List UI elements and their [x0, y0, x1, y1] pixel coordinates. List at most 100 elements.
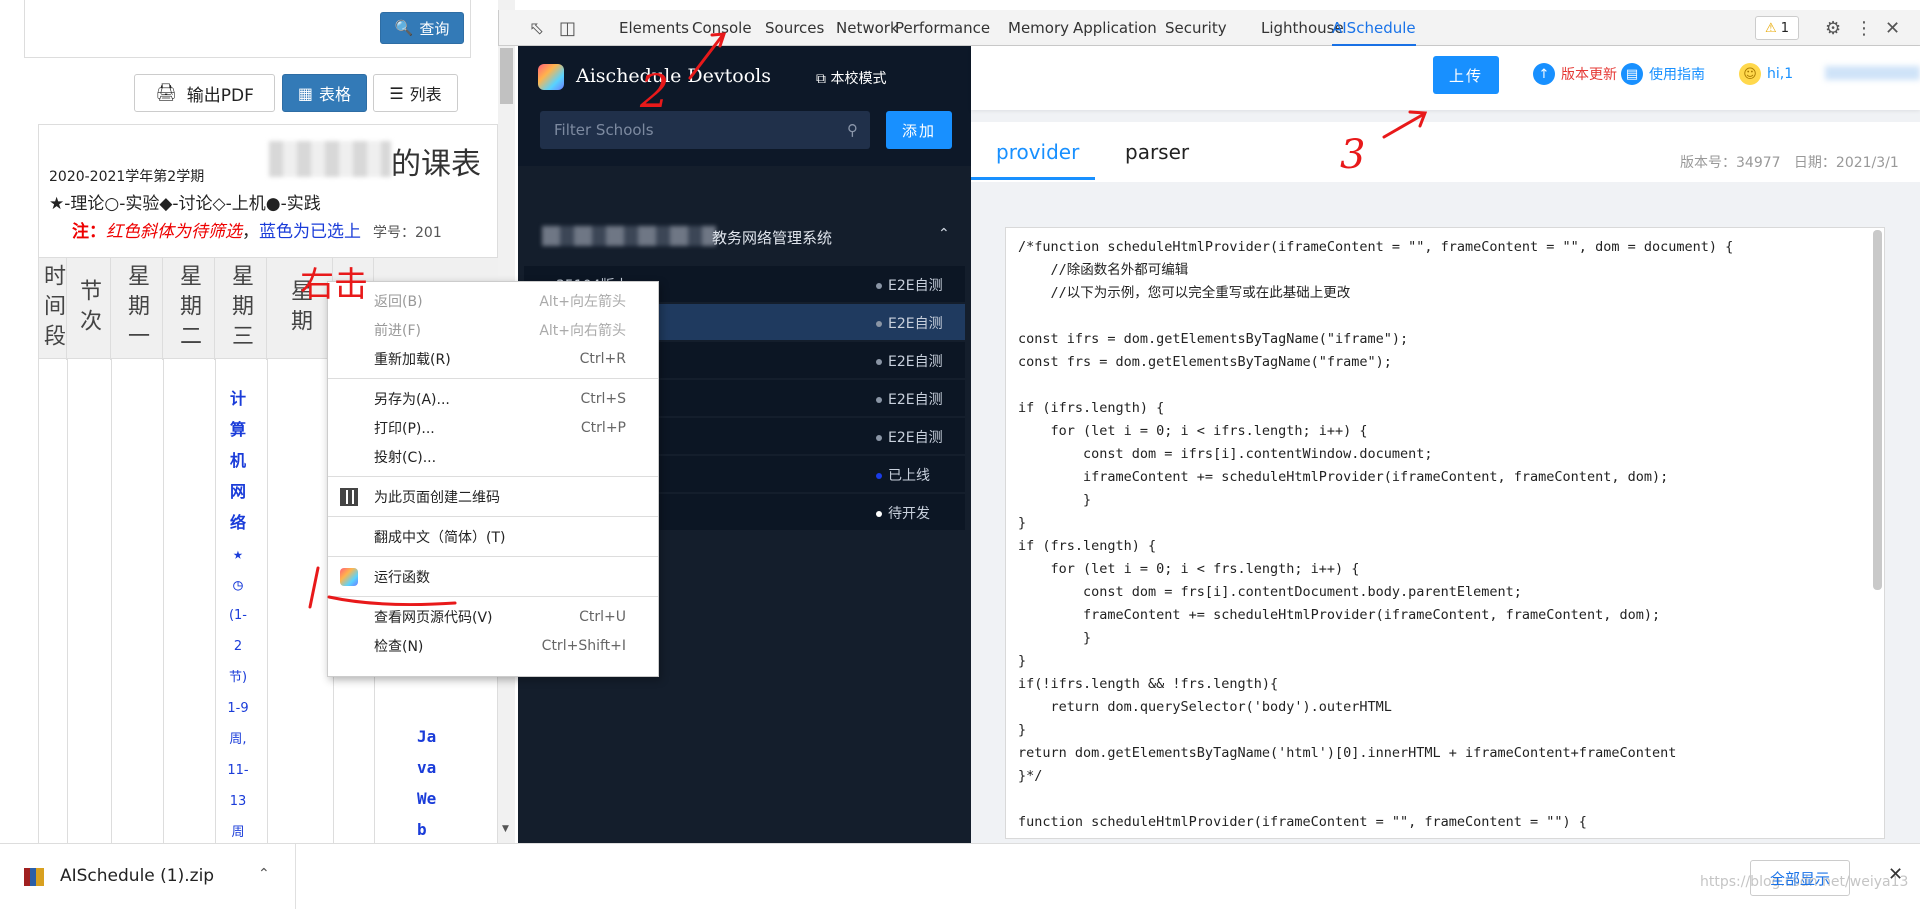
- annotation-step-2: 2: [640, 64, 670, 118]
- version-status: 待开发: [876, 503, 930, 523]
- more-icon[interactable]: ⋮: [1855, 18, 1873, 39]
- inspect-icon[interactable]: ⬁: [529, 18, 544, 39]
- devtools-tab-security[interactable]: Security: [1165, 10, 1227, 46]
- devtools-tab-aischedule[interactable]: AISchedule: [1332, 10, 1416, 46]
- code-content[interactable]: /*function scheduleHtmlProvider(iframeCo…: [1018, 236, 1858, 834]
- code-line: function scheduleHtmlProvider(iframeCont…: [1018, 814, 1587, 830]
- code-line: }: [1018, 492, 1092, 508]
- course-cell-computer-network[interactable]: 计算机网络 ★ ◷ (1- 2 节) 1-9 周, 11- 13 周: [223, 383, 253, 843]
- menu-separator: [328, 476, 658, 477]
- context-menu-item[interactable]: 投射(C)...: [328, 442, 658, 471]
- devtools-tab-network[interactable]: Network: [836, 10, 899, 46]
- user-guide-link[interactable]: ▤ 使用指南: [1621, 63, 1705, 85]
- status-text: E2E自测: [888, 430, 943, 446]
- note: 注：红色斜体为待筛选，蓝色为已选上 学号：201: [72, 222, 442, 242]
- user-menu[interactable]: ☺ hi,1: [1739, 63, 1793, 85]
- version-status: E2E自测: [876, 275, 943, 295]
- avatar: ☺: [1739, 63, 1761, 85]
- show-all-button[interactable]: 全部显示: [1750, 860, 1850, 896]
- context-menu-item[interactable]: 打印(P)... Ctrl+P: [328, 413, 658, 442]
- devtools-tab-console[interactable]: Console: [692, 10, 752, 46]
- blurred-username: [1825, 66, 1920, 80]
- sidebar-header: Aischedule Devtools ⧉ 本校模式 Filter School…: [518, 46, 971, 166]
- context-menu-label: 打印(P)...: [374, 420, 435, 437]
- context-menu-item[interactable]: 运行函数: [328, 562, 658, 591]
- context-menu-label: 翻成中文（简体）(T): [374, 529, 506, 546]
- course-cell-javaweb[interactable]: Ja va We b: [417, 721, 436, 843]
- code-editor[interactable]: /*function scheduleHtmlProvider(iframeCo…: [1005, 227, 1885, 839]
- version-meta: 版本号：34977 日期：2021/3/1: [1680, 155, 1899, 171]
- course-detail: 2: [233, 639, 243, 654]
- course-char: Ja: [417, 727, 437, 746]
- code-line: }*/: [1018, 768, 1043, 784]
- context-menu-label: 重新加载(R): [374, 351, 451, 368]
- devtools-tab-application[interactable]: Application: [1073, 10, 1157, 46]
- table-header-cell: 节次: [67, 258, 111, 360]
- active-tab-indicator: [971, 177, 1095, 180]
- export-pdf-button[interactable]: 🖨 输出PDF: [134, 74, 275, 112]
- aischedule-panel: Aischedule Devtools ⧉ 本校模式 Filter School…: [518, 46, 1920, 843]
- download-item[interactable]: AISchedule (1).zip: [60, 866, 214, 886]
- version-status: E2E自测: [876, 351, 943, 371]
- upload-button[interactable]: 上传: [1433, 56, 1499, 94]
- context-menu-label: 前进(F): [374, 322, 421, 339]
- context-menu-item[interactable]: 重新加载(R) Ctrl+R: [328, 344, 658, 373]
- context-menu-shortcut: Ctrl+U: [579, 608, 626, 625]
- chevron-up-icon[interactable]: ⌃: [258, 866, 270, 882]
- context-menu-item[interactable]: 翻成中文（简体）(T): [328, 522, 658, 551]
- context-menu-item[interactable]: 查看网页源代码(V) Ctrl+U: [328, 602, 658, 631]
- main-toolbar: 上传 ↑ 版本更新 ▤ 使用指南 ☺ hi,1: [971, 46, 1920, 110]
- code-line: }: [1018, 653, 1027, 669]
- editor-scrollbar[interactable]: [1873, 230, 1882, 590]
- status-dot: [876, 397, 882, 403]
- close-icon[interactable]: ✕: [1888, 864, 1903, 885]
- column-divider: [67, 359, 68, 843]
- screen: 🔍 查询 🖨 输出PDF ▦ 表格 ☰ 列表 的课表 2020-2021学年第2…: [0, 0, 1920, 909]
- context-menu-item[interactable]: 为此页面创建二维码: [328, 482, 658, 511]
- version-status: E2E自测: [876, 313, 943, 333]
- context-menu-item[interactable]: 检查(N) Ctrl+Shift+I: [328, 631, 658, 660]
- course-detail: (1-: [228, 608, 248, 623]
- column-divider: [111, 359, 112, 843]
- code-line: return dom.querySelector('body').outerHT…: [1018, 699, 1392, 715]
- chevron-up-icon[interactable]: ⌃: [938, 226, 950, 242]
- list-view-button[interactable]: ☰ 列表: [373, 74, 458, 112]
- add-button[interactable]: 添加: [886, 111, 952, 149]
- course-detail: 13: [229, 794, 247, 809]
- context-menu-item[interactable]: 另存为(A)... Ctrl+S: [328, 384, 658, 413]
- devtools-tab-sources[interactable]: Sources: [765, 10, 824, 46]
- course-char: 网: [229, 482, 246, 501]
- filter-schools-input[interactable]: Filter Schools ⚲: [540, 111, 870, 149]
- warning-badge[interactable]: ⚠ 1: [1755, 16, 1799, 40]
- status-text: 待开发: [888, 506, 930, 522]
- column-divider: [267, 359, 268, 843]
- tab-provider[interactable]: provider: [996, 140, 1079, 164]
- annotation-right-click: 右击: [300, 265, 368, 305]
- version-status: E2E自测: [876, 427, 943, 447]
- status-text: E2E自测: [888, 392, 943, 408]
- query-button[interactable]: 🔍 查询: [380, 12, 464, 44]
- warning-icon: ⚠: [1765, 20, 1777, 36]
- mode-toggle[interactable]: ⧉ 本校模式: [816, 68, 886, 88]
- devtools-tab-performance[interactable]: Performance: [895, 10, 990, 46]
- code-tabs: provider parser 版本号：34977 日期：2021/3/1: [971, 122, 1920, 182]
- devtools-tab-elements[interactable]: Elements: [619, 10, 689, 46]
- version-update-link[interactable]: ↑ 版本更新: [1533, 63, 1617, 85]
- menu-separator: [328, 516, 658, 517]
- printer-icon: 🖨: [155, 83, 177, 103]
- table-view-button[interactable]: ▦ 表格: [282, 74, 367, 112]
- code-line: }: [1018, 630, 1092, 646]
- gear-icon[interactable]: ⚙: [1825, 18, 1841, 39]
- tab-parser[interactable]: parser: [1125, 140, 1189, 164]
- device-toggle-icon[interactable]: ◫: [559, 18, 576, 39]
- school-group[interactable]: 教务网络管理系统 ⌃: [518, 214, 971, 258]
- close-icon[interactable]: ✕: [1885, 18, 1900, 39]
- menu-separator: [328, 556, 658, 557]
- code-line: }: [1018, 722, 1027, 738]
- code-line: for (let i = 0; i < ifrs.length; i++) {: [1018, 423, 1368, 439]
- table-header-cell: 星期二: [163, 258, 215, 360]
- devtools-tab-memory[interactable]: Memory: [1008, 10, 1069, 46]
